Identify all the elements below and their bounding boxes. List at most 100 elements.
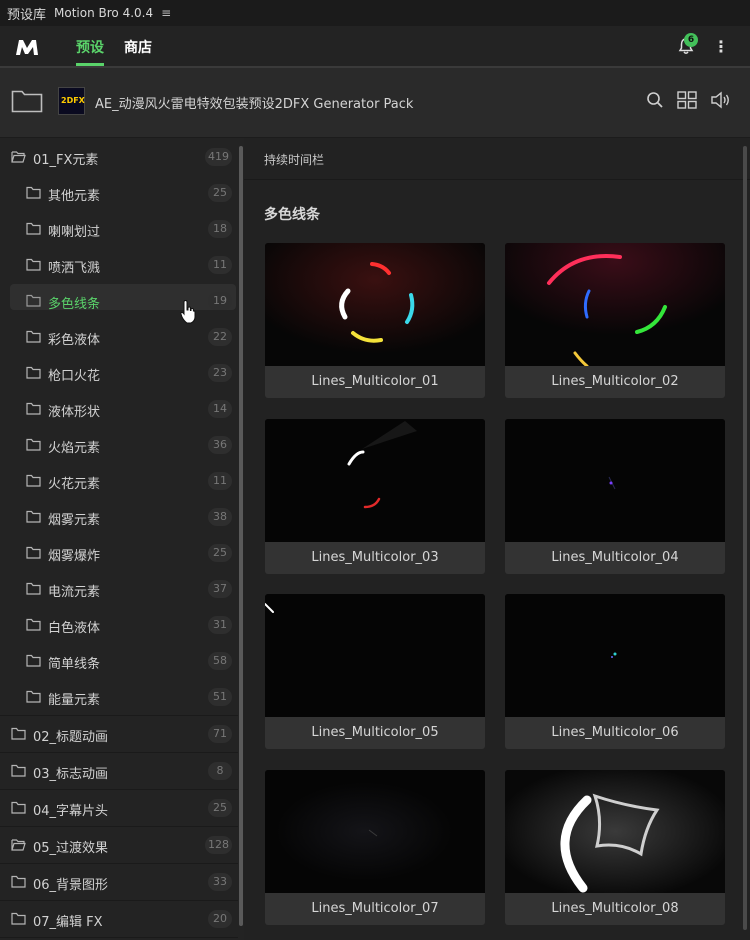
folder-icon [26, 546, 41, 559]
folder-label: 彩色液体 [48, 333, 101, 348]
folder-icon [26, 510, 41, 523]
folder-icon [26, 474, 41, 487]
preset-card[interactable]: Lines_Multicolor_05 [265, 594, 485, 749]
folder-label: 04_字幕片头 [33, 804, 109, 819]
sidebar-folder-item[interactable]: 喇喇划过 18 [0, 211, 238, 247]
folder-label: 能量元素 [48, 693, 101, 708]
folder-icon [26, 582, 41, 595]
sidebar-folder-item[interactable]: 多色线条 19 [0, 283, 238, 319]
sidebar-folder-item[interactable]: 05_过渡效果 128 [0, 827, 238, 863]
sidebar-folder-item[interactable]: 烟雾爆炸 25 [0, 535, 238, 571]
folder-icon [11, 727, 26, 740]
folder-count-badge: 128 [205, 836, 232, 854]
sidebar-folder-item[interactable]: 04_字幕片头 25 [0, 790, 238, 826]
preset-name: Lines_Multicolor_01 [311, 374, 439, 389]
folder-count-badge: 20 [208, 910, 232, 928]
sidebar-folder-item[interactable]: 白色液体 31 [0, 607, 238, 643]
folder-icon [11, 801, 26, 814]
folder-label: 火花元素 [48, 477, 101, 492]
sidebar-folder-item[interactable]: 喷洒飞溅 11 [0, 247, 238, 283]
category-title: 多色线条 [264, 207, 320, 223]
folder-count-badge: 23 [208, 364, 232, 382]
search-icon[interactable] [646, 91, 664, 109]
folder-count-badge: 36 [208, 436, 232, 454]
preset-name: Lines_Multicolor_03 [311, 550, 439, 565]
preset-card[interactable]: Lines_Multicolor_02 [505, 243, 725, 398]
sidebar-folder-item[interactable]: 电流元素 37 [0, 571, 238, 607]
sidebar-folder-item[interactable]: 02_标题动画 71 [0, 716, 238, 752]
preset-card[interactable]: Lines_Multicolor_04 [505, 419, 725, 574]
folder-icon [26, 690, 41, 703]
window-titlebar: 预设库 Motion Bro 4.0.4 ≡ [0, 0, 750, 26]
preset-card[interactable]: Lines_Multicolor_07 [265, 770, 485, 925]
folder-icon [11, 875, 26, 888]
open-folder-icon [11, 151, 26, 163]
sidebar-folder-item[interactable]: 火花元素 11 [0, 463, 238, 499]
preset-preview-thumbnail [505, 243, 725, 366]
folder-count-badge: 38 [208, 508, 232, 526]
preset-preview-thumbnail [505, 770, 725, 893]
folder-count-badge: 19 [208, 292, 232, 310]
folder-count-badge: 58 [208, 652, 232, 670]
grid-view-icon[interactable] [677, 91, 697, 109]
folder-label: 简单线条 [48, 657, 101, 672]
sidebar-folder-item[interactable]: 火焰元素 36 [0, 427, 238, 463]
folder-label: 多色线条 [48, 297, 101, 312]
folder-label: 火焰元素 [48, 441, 101, 456]
folder-icon [26, 294, 41, 307]
folder-count-badge: 25 [208, 544, 232, 562]
sidebar-folder-item[interactable]: 其他元素 25 [0, 175, 238, 211]
motion-bro-logo-icon[interactable] [14, 36, 40, 58]
hand-cursor-icon [180, 300, 196, 324]
content-scrollbar[interactable] [743, 146, 747, 930]
preset-preview-thumbnail [265, 243, 485, 366]
folder-icon [26, 222, 41, 235]
folder-count-badge: 25 [208, 184, 232, 202]
sidebar-folder-item[interactable]: 07_编辑 FX 20 [0, 901, 238, 937]
panel-name: 预设库 [7, 7, 47, 23]
sidebar-folder-item[interactable]: 枪口火花 23 [0, 355, 238, 391]
panel-menu-icon[interactable]: ≡ [161, 6, 171, 20]
sidebar-scrollbar[interactable] [239, 146, 243, 926]
preset-card[interactable]: Lines_Multicolor_03 [265, 419, 485, 574]
duration-bar[interactable]: 持续时间栏 [244, 138, 750, 180]
folder-label: 喷洒飞溅 [48, 261, 101, 276]
folder-label: 01_FX元素 [33, 153, 99, 168]
preset-card[interactable]: Lines_Multicolor_08 [505, 770, 725, 925]
preset-name: Lines_Multicolor_02 [551, 374, 679, 389]
preset-preview-thumbnail [505, 594, 725, 717]
notification-count-badge: 6 [684, 33, 698, 47]
more-options-icon[interactable]: ⋮ [713, 37, 729, 56]
preset-card[interactable]: Lines_Multicolor_01 [265, 243, 485, 398]
preset-preview-thumbnail [505, 419, 725, 542]
folder-icon [26, 258, 41, 271]
folder-label: 07_编辑 FX [33, 915, 103, 930]
sidebar-folder-item[interactable]: 01_FX元素 419 [0, 139, 238, 175]
folder-count-badge: 14 [208, 400, 232, 418]
folder-label: 03_标志动画 [33, 767, 109, 782]
sidebar-folder-item[interactable]: 液体形状 14 [0, 391, 238, 427]
folder-icon[interactable] [11, 88, 43, 113]
sidebar-folder-item[interactable]: 06_背景图形 33 [0, 864, 238, 900]
sidebar-folder-item[interactable]: 03_标志动画 8 [0, 753, 238, 789]
folder-label: 06_背景图形 [33, 878, 109, 893]
sidebar-folder-item[interactable]: 能量元素 51 [0, 679, 238, 715]
tab-store[interactable]: 商店 [124, 37, 152, 57]
sidebar-folder-item[interactable]: 简单线条 58 [0, 643, 238, 679]
folder-label: 喇喇划过 [48, 225, 101, 240]
folder-icon [26, 618, 41, 631]
preset-card[interactable]: Lines_Multicolor_06 [505, 594, 725, 749]
top-navigation: 预设 商店 6 ⋮ [0, 26, 750, 68]
sound-icon[interactable] [710, 91, 732, 109]
preset-name: Lines_Multicolor_04 [551, 550, 679, 565]
pack-logo-text: 2DFX [61, 96, 85, 105]
folder-count-badge: 51 [208, 688, 232, 706]
folder-count-badge: 31 [208, 616, 232, 634]
folder-label: 液体形状 [48, 405, 101, 420]
open-folder-icon [11, 839, 26, 851]
sidebar-folder-item[interactable]: 彩色液体 22 [0, 319, 238, 355]
tab-presets[interactable]: 预设 [76, 37, 104, 57]
preset-name: Lines_Multicolor_07 [311, 901, 439, 916]
sidebar-folder-item[interactable]: 烟雾元素 38 [0, 499, 238, 535]
folder-sidebar: 01_FX元素 419 其他元素 25 喇喇划过 18 喷洒飞溅 11 多色线条 19 彩色液体 22… [0, 138, 238, 940]
